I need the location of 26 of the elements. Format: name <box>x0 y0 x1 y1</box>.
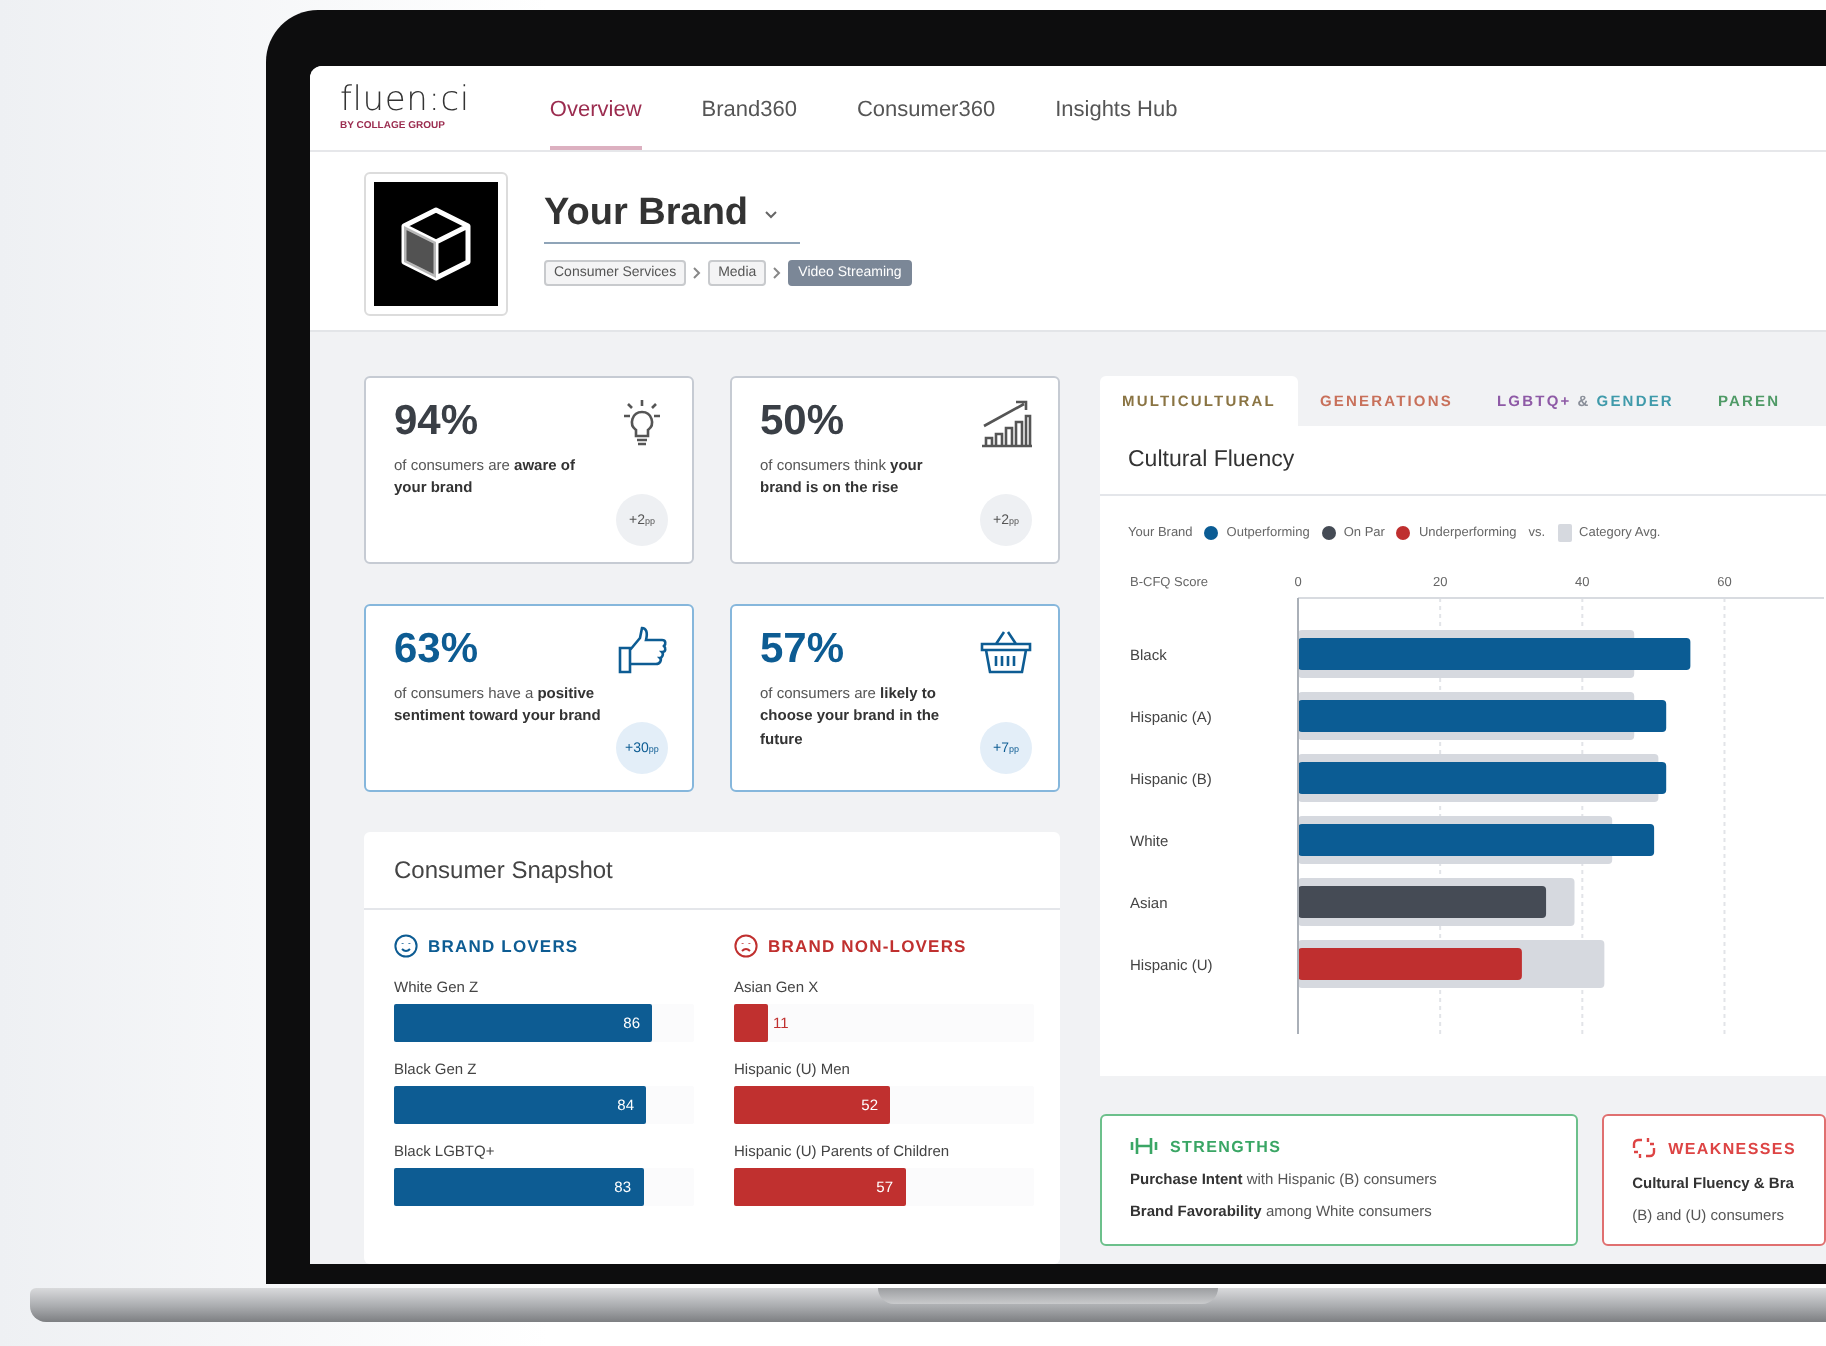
group-heading: BRAND NON-LOVERS <box>768 936 967 956</box>
nav-tab[interactable]: Brand360 <box>701 66 797 150</box>
brand-selector[interactable]: Your Brand <box>544 192 800 244</box>
insight-heading: STRENGTHS <box>1170 1137 1282 1155</box>
chevron-right-icon <box>772 266 783 280</box>
thumbs-up-icon <box>616 626 668 678</box>
dumbbell-icon <box>1130 1136 1158 1156</box>
panel-title: Cultural Fluency <box>1100 426 1826 496</box>
basket-icon <box>978 626 1034 678</box>
stat-value: 50% <box>760 398 847 446</box>
brand-name: Your Brand <box>544 192 749 236</box>
broken-link-icon <box>1632 1136 1657 1160</box>
rising-chart-icon <box>978 398 1034 450</box>
nav-tab[interactable]: Insights Hub <box>1055 66 1178 150</box>
insight-heading: WEAKNESSES <box>1668 1139 1796 1157</box>
nav-tab[interactable]: Consumer360 <box>856 66 996 150</box>
frown-icon <box>734 934 758 958</box>
stat-value: 63% <box>394 626 481 674</box>
chevron-right-icon <box>692 266 703 280</box>
stat-value: 94% <box>394 398 481 446</box>
group-heading: BRAND LOVERS <box>428 936 579 956</box>
smiley-icon <box>394 934 418 958</box>
card-title: Consumer Snapshot <box>364 832 1060 910</box>
logo-wordmark: fluen:ci <box>340 84 470 118</box>
chevron-down-icon <box>764 209 779 219</box>
stat-value: 57% <box>760 626 847 674</box>
